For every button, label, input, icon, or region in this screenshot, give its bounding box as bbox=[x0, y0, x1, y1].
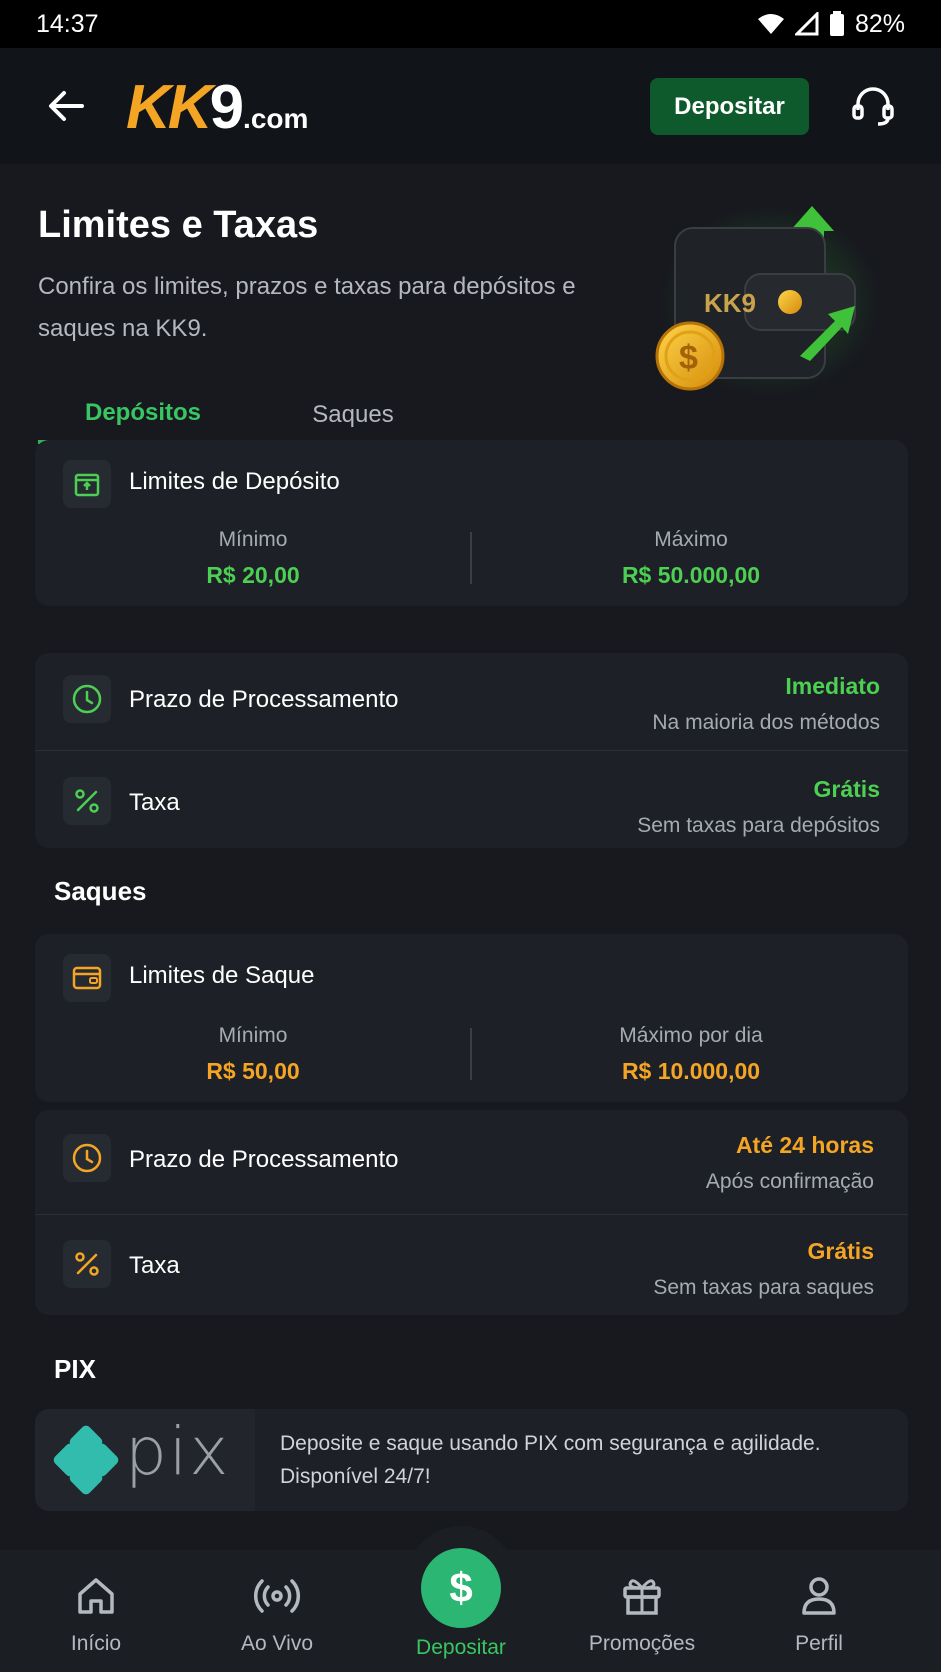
status-icons: 82% bbox=[757, 10, 905, 39]
page-title: Limites e Taxas bbox=[38, 204, 319, 246]
deposit-details-card: Prazo de Processamento Imediato Na maior… bbox=[35, 653, 908, 848]
nav-item-promocoes[interactable]: Promoções bbox=[567, 1550, 717, 1672]
withdrawal-min-label: Mínimo bbox=[218, 1024, 288, 1047]
deposit-box-icon bbox=[74, 473, 100, 497]
nav-item-ao-vivo[interactable]: Ao Vivo bbox=[202, 1550, 352, 1672]
back-arrow-icon[interactable] bbox=[44, 84, 88, 128]
nav-item-inicio[interactable]: Início bbox=[21, 1550, 171, 1672]
gift-icon bbox=[623, 1579, 661, 1615]
pix-logo-text: pix bbox=[125, 1413, 231, 1490]
status-time: 14:37 bbox=[36, 9, 99, 38]
deposit-max-value: R$ 50.000,00 bbox=[621, 562, 761, 588]
divider bbox=[470, 532, 472, 584]
deposit-time-icon-box bbox=[63, 675, 111, 723]
battery-icon bbox=[829, 11, 844, 36]
withdrawal-fee-label: Taxa bbox=[129, 1252, 180, 1279]
wifi-icon bbox=[757, 14, 784, 34]
deposit-min-label: Mínimo bbox=[218, 528, 288, 551]
deposit-processing-sub: Na maioria dos métodos bbox=[652, 711, 880, 734]
nav-label: Promoções bbox=[588, 1632, 696, 1655]
deposit-max-label: Máximo bbox=[654, 528, 728, 551]
logo-text: KK9 bbox=[126, 73, 244, 142]
deposit-button[interactable]: Depositar bbox=[650, 78, 809, 135]
withdrawal-limits-title: Limites de Saque bbox=[129, 962, 315, 989]
status-bar: 14:37 82% bbox=[0, 0, 941, 48]
tab-saques[interactable]: Saques bbox=[248, 386, 458, 444]
row-separator bbox=[35, 1214, 908, 1215]
wallet-illustration-icon: KK9 $ bbox=[655, 206, 880, 396]
withdrawal-processing-sub: Após confirmação bbox=[705, 1170, 874, 1193]
deposit-limits-title: Limites de Depósito bbox=[129, 468, 340, 495]
pix-section-title: PIX bbox=[54, 1354, 96, 1384]
pix-description: Deposite e saque usando PIX com seguranç… bbox=[280, 1432, 821, 1488]
wallet-logo-text: KK9 bbox=[704, 288, 756, 318]
deposit-fee-value: Grátis bbox=[813, 776, 880, 802]
nav-label: Perfil bbox=[795, 1632, 843, 1655]
deposit-fee-sub: Sem taxas para depósitos bbox=[637, 814, 880, 837]
clock-icon bbox=[72, 1143, 102, 1173]
wallet-card-icon bbox=[72, 966, 102, 990]
withdrawal-fee-sub: Sem taxas para saques bbox=[653, 1276, 874, 1299]
withdrawal-fee-icon-box bbox=[63, 1240, 111, 1288]
withdrawal-max-value: R$ 10.000,00 bbox=[621, 1058, 761, 1084]
deposit-min-value: R$ 20,00 bbox=[206, 562, 300, 588]
headset-support-icon[interactable] bbox=[850, 84, 896, 130]
divider bbox=[470, 1028, 472, 1080]
deposit-fee-label: Taxa bbox=[129, 789, 180, 816]
main-content[interactable]: Limites e Taxas Confira os limites, praz… bbox=[0, 164, 941, 1550]
deposit-processing-label: Prazo de Processamento bbox=[129, 686, 399, 713]
withdrawal-min-value: R$ 50,00 bbox=[206, 1058, 300, 1084]
deposit-limits-icon-box bbox=[63, 460, 111, 508]
battery-percent: 82% bbox=[854, 9, 905, 38]
withdrawal-limits-card: Limites de Saque Mínimo R$ 50,00 Máximo … bbox=[35, 934, 908, 1102]
clock-icon bbox=[72, 684, 102, 714]
home-icon bbox=[78, 1578, 114, 1614]
pix-card[interactable]: pix Deposite e saque usando PIX com segu… bbox=[35, 1409, 908, 1511]
logo-domain: .com bbox=[243, 103, 309, 134]
nav-item-perfil[interactable]: Perfil bbox=[744, 1550, 894, 1672]
tab-bar: Depósitos Saques bbox=[38, 386, 438, 446]
app-header: KK9 .com Depositar bbox=[0, 48, 941, 164]
withdrawal-details-card: Prazo de Processamento Até 24 horas Após… bbox=[35, 1110, 908, 1315]
withdrawal-max-label: Máximo por dia bbox=[619, 1024, 763, 1047]
page-subtitle: Confira os limites, prazos e taxas para … bbox=[38, 273, 576, 342]
deposit-limits-card: Limites de Depósito Mínimo R$ 20,00 Máxi… bbox=[35, 440, 908, 606]
withdrawal-processing-value: Até 24 horas bbox=[735, 1132, 874, 1158]
row-separator bbox=[35, 750, 908, 751]
percent-icon bbox=[75, 1252, 99, 1276]
nav-item-depositar[interactable]: Depositar bbox=[386, 1550, 536, 1672]
withdrawal-time-icon-box bbox=[63, 1134, 111, 1182]
nav-label: Ao Vivo bbox=[241, 1632, 313, 1655]
pix-logo: pix bbox=[35, 1409, 255, 1511]
percent-icon bbox=[75, 789, 99, 813]
nav-label: Depositar bbox=[416, 1636, 506, 1659]
bottom-navigation: Início Ao Vivo $ Depositar Promoções Per… bbox=[0, 1526, 941, 1672]
signal-icon bbox=[794, 12, 819, 36]
deposit-fee-icon-box bbox=[63, 777, 111, 825]
profile-icon bbox=[802, 1577, 836, 1615]
nav-label: Início bbox=[70, 1632, 122, 1655]
withdrawal-limits-icon-box bbox=[63, 954, 111, 1002]
svg-text:$: $ bbox=[679, 339, 698, 377]
tab-depositos[interactable]: Depósitos bbox=[38, 386, 248, 444]
withdrawals-section-title: Saques bbox=[54, 876, 147, 906]
kk9-logo[interactable]: KK9 .com bbox=[126, 72, 308, 143]
pix-diamond-icon bbox=[53, 1425, 119, 1495]
withdrawal-fee-value: Grátis bbox=[807, 1238, 874, 1264]
withdrawal-processing-label: Prazo de Processamento bbox=[129, 1146, 399, 1173]
live-icon bbox=[254, 1579, 300, 1613]
deposit-processing-value: Imediato bbox=[785, 673, 880, 699]
